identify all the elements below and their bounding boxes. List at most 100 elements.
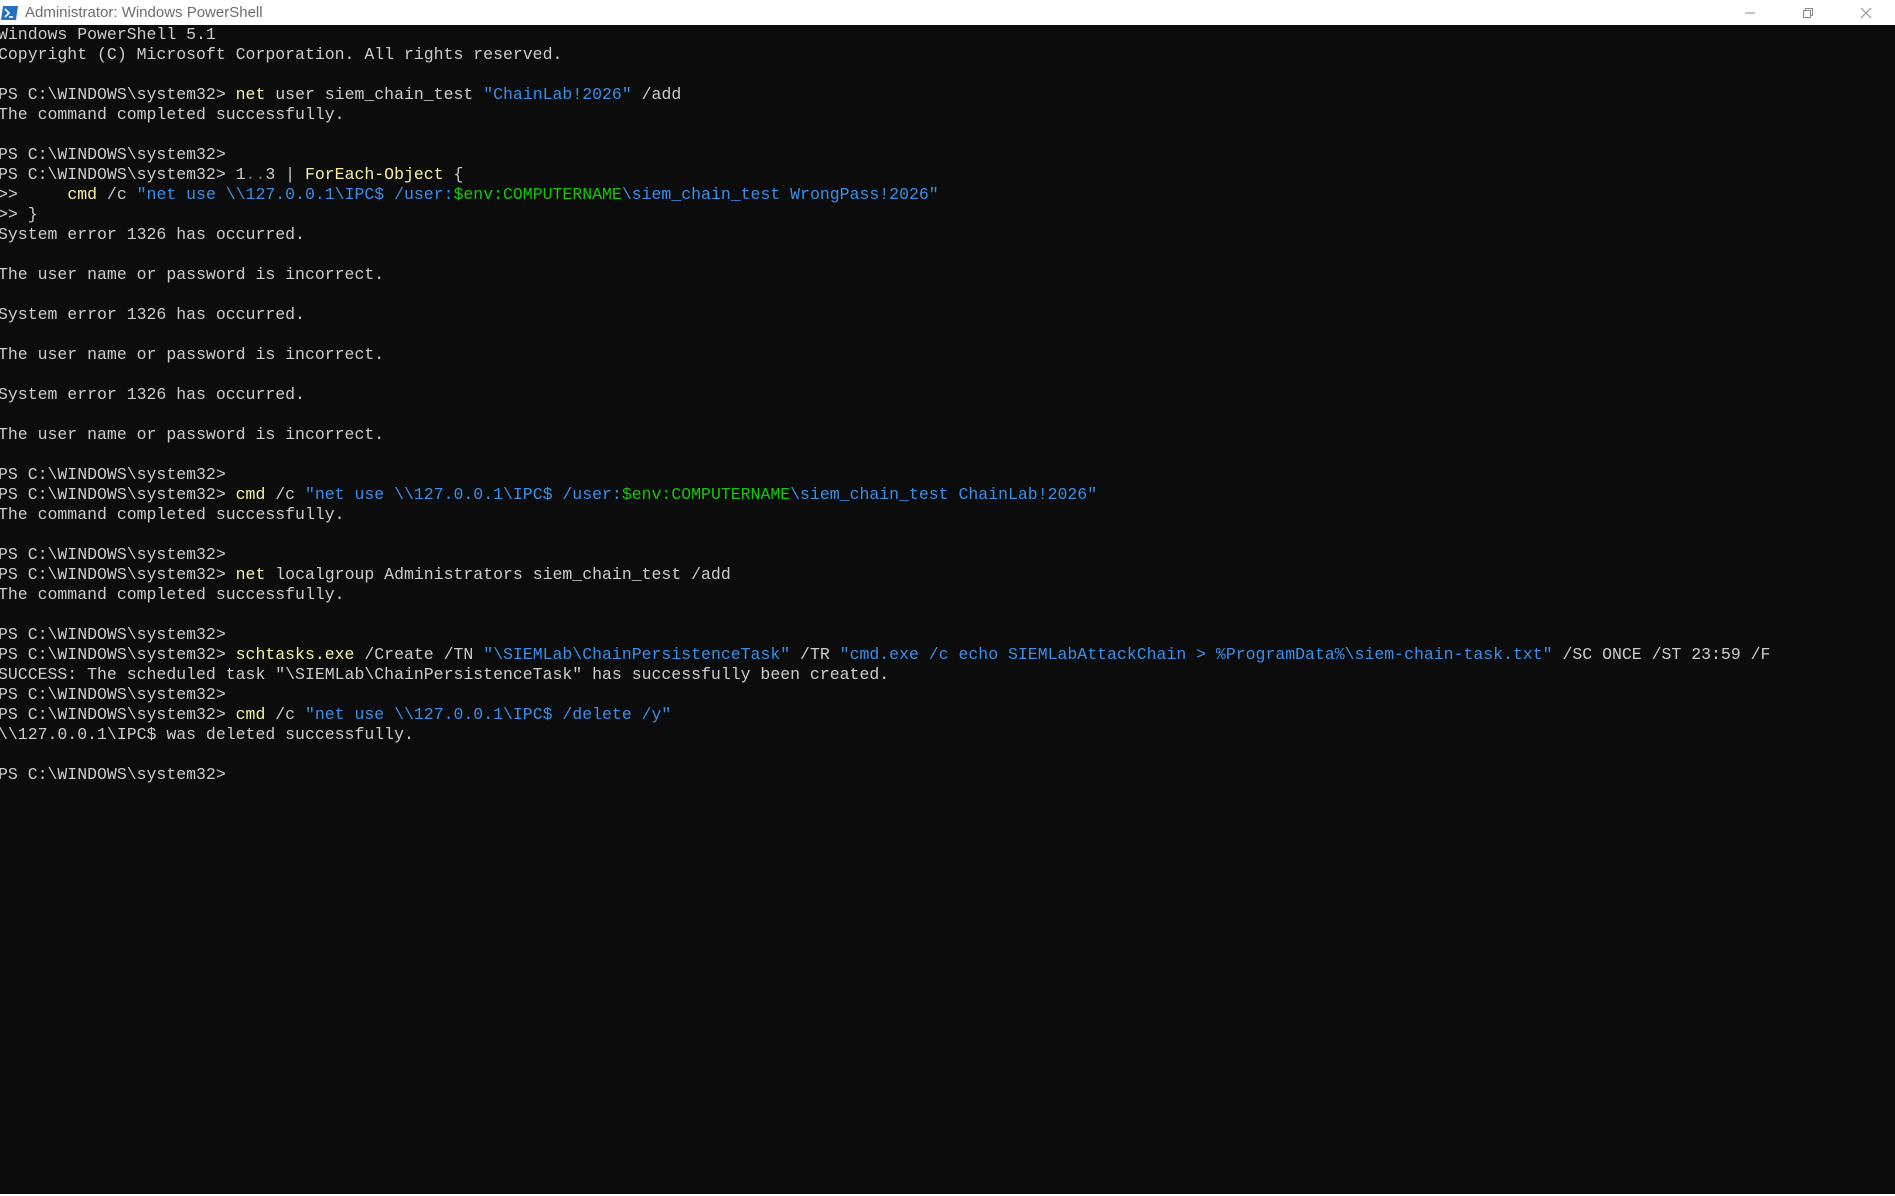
console-token: PS C:\WINDOWS\system32>	[0, 465, 226, 484]
console-token: /add	[631, 85, 682, 104]
console-token: cmd	[67, 185, 98, 204]
console-line: The command completed successfully.	[0, 585, 1895, 605]
console-line: PS C:\WINDOWS\system32>	[0, 465, 1895, 485]
console-token: /TR	[790, 645, 840, 664]
console-line: PS C:\WINDOWS\system32> net localgroup A…	[0, 565, 1895, 585]
console-line: System error 1326 has occurred.	[0, 225, 1895, 245]
console-output[interactable]: Windows PowerShell 5.1 Copyright (C) Micr…	[0, 25, 1895, 1196]
console-line: SUCCESS: The scheduled task "\SIEMLab\Ch…	[0, 665, 1895, 685]
console-line: The command completed successfully.	[0, 105, 1895, 125]
minimize-icon	[1745, 12, 1755, 13]
console-token: /SC ONCE /ST 23:59 /F	[1552, 645, 1771, 664]
console-token: PS C:\WINDOWS\system32>	[0, 485, 236, 504]
console-token: \siem_chain_test ChainLab!2026"	[790, 485, 1098, 504]
console-line: \\127.0.0.1\IPC$ was deleted successfull…	[0, 725, 1895, 745]
window-controls	[1721, 0, 1895, 25]
console-token: cmd	[235, 485, 266, 504]
console-token: \\127.0.0.1\IPC$ was deleted successfull…	[0, 725, 414, 744]
console-token: The user name or password is incorrect.	[0, 345, 385, 364]
console-token: localgroup Administrators siem_chain_tes…	[265, 565, 731, 584]
console-line: PS C:\WINDOWS\system32>	[0, 765, 1895, 785]
console-token: PS C:\WINDOWS\system32>	[0, 165, 236, 184]
console-token: "cmd.exe /c echo SIEMLabAttackChain > %P…	[839, 645, 1553, 664]
console-token: schtasks.exe	[235, 645, 355, 664]
console-token: Windows PowerShell 5.1	[0, 25, 216, 44]
console-line: System error 1326 has occurred.	[0, 305, 1895, 325]
console-token: /c	[265, 485, 305, 504]
console-token: "net use \\127.0.0.1\IPC$ /user:	[304, 485, 622, 504]
console-token: $env:COMPUTERNAME	[621, 485, 791, 504]
restore-button[interactable]	[1779, 0, 1837, 25]
restore-icon	[1803, 7, 1813, 18]
console-line: PS C:\WINDOWS\system32>	[0, 625, 1895, 645]
console-token: ..	[245, 165, 266, 184]
console-token: The command completed successfully.	[0, 105, 345, 124]
console-line: PS C:\WINDOWS\system32> net user siem_ch…	[0, 85, 1895, 105]
console-token: The user name or password is incorrect.	[0, 425, 385, 444]
console-token: {	[443, 165, 464, 184]
console-line: The user name or password is incorrect.	[0, 425, 1895, 445]
console-token: System error 1326 has occurred.	[0, 225, 305, 244]
console-line: The user name or password is incorrect.	[0, 345, 1895, 365]
console-token: user siem_chain_test	[265, 85, 484, 104]
console-token: PS C:\WINDOWS\system32>	[0, 765, 226, 784]
console-token: PS C:\WINDOWS\system32>	[0, 545, 226, 564]
console-token: net	[235, 85, 266, 104]
console-token: >> }	[0, 205, 38, 224]
console-token: /Create /TN	[354, 645, 484, 664]
title-bar[interactable]: Administrator: Windows PowerShell	[0, 0, 1895, 25]
console-token: "ChainLab!2026"	[483, 85, 632, 104]
console-token: 3 |	[265, 165, 305, 184]
console-token: PS C:\WINDOWS\system32>	[0, 645, 236, 664]
console-token: SUCCESS: The scheduled task "\SIEMLab\Ch…	[0, 665, 890, 684]
console-token: cmd	[235, 705, 266, 724]
console-token: PS C:\WINDOWS\system32>	[0, 145, 226, 164]
console-token: "net use \\127.0.0.1\IPC$ /delete /y"	[304, 705, 672, 724]
console-token: $env:COMPUTERNAME	[453, 185, 622, 204]
console-token: The user name or password is incorrect.	[0, 265, 385, 284]
console-token: System error 1326 has occurred.	[0, 305, 305, 324]
console-token: \siem_chain_test WrongPass!2026"	[621, 185, 939, 204]
console-line: System error 1326 has occurred.	[0, 385, 1895, 405]
console-token: "net use \\127.0.0.1\IPC$ /user:	[136, 185, 454, 204]
console-line: PS C:\WINDOWS\system32> 1..3 | ForEach-O…	[0, 165, 1895, 185]
close-icon	[1860, 7, 1872, 18]
console-token: "\SIEMLab\ChainPersistenceTask"	[483, 645, 791, 664]
minimize-button[interactable]	[1721, 0, 1779, 25]
console-line: PS C:\WINDOWS\system32>	[0, 145, 1895, 165]
console-line: PS C:\WINDOWS\system32> cmd /c "net use …	[0, 485, 1895, 505]
console-token: >>	[0, 185, 68, 204]
console-line: The user name or password is incorrect.	[0, 265, 1895, 285]
console-token: Copyright (C) Microsoft Corporation. All…	[0, 45, 563, 64]
console-token: PS C:\WINDOWS\system32>	[0, 85, 236, 104]
console-token: /c	[265, 705, 305, 724]
console-token: The command completed successfully.	[0, 505, 345, 524]
console-line: Copyright (C) Microsoft Corporation. All…	[0, 45, 1895, 65]
console-token: PS C:\WINDOWS\system32>	[0, 625, 226, 644]
powershell-window: Administrator: Windows PowerShell Window…	[0, 0, 1895, 1196]
console-token: PS C:\WINDOWS\system32>	[0, 685, 226, 704]
console-line: PS C:\WINDOWS\system32> schtasks.exe /Cr…	[0, 645, 1895, 665]
console-line: The command completed successfully.	[0, 505, 1895, 525]
console-token: PS C:\WINDOWS\system32>	[0, 705, 236, 724]
console-line: >> cmd /c "net use \\127.0.0.1\IPC$ /use…	[0, 185, 1895, 205]
console-line: PS C:\WINDOWS\system32>	[0, 545, 1895, 565]
console-token: The command completed successfully.	[0, 585, 345, 604]
console-token: /c	[97, 185, 137, 204]
console-line: PS C:\WINDOWS\system32> cmd /c "net use …	[0, 705, 1895, 725]
console-line: PS C:\WINDOWS\system32>	[0, 685, 1895, 705]
console-token: System error 1326 has occurred.	[0, 385, 305, 404]
close-button[interactable]	[1837, 0, 1895, 25]
console-token: ForEach-Object	[304, 165, 444, 184]
console-line: >> }	[0, 205, 1895, 225]
console-token: net	[235, 565, 266, 584]
